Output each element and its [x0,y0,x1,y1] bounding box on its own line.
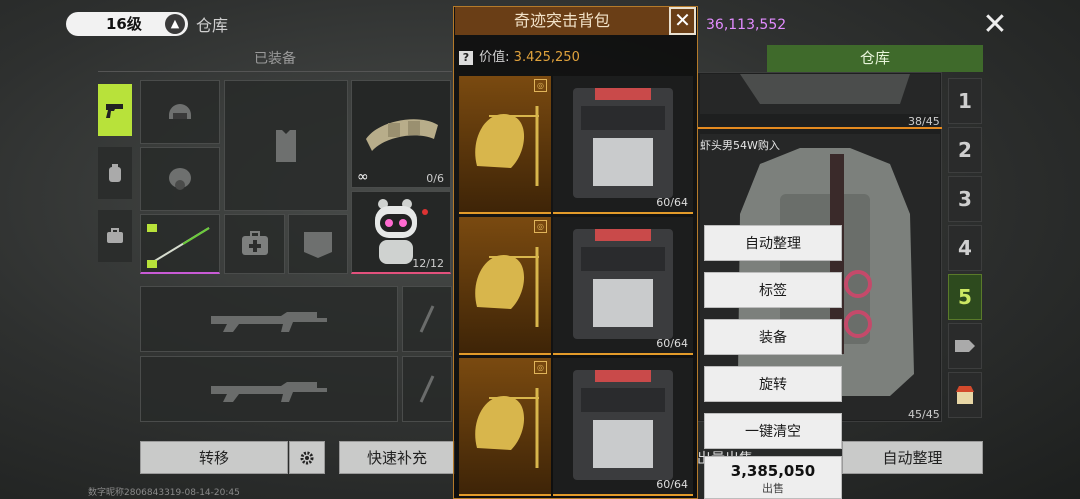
bag-value: ? 价值: 3.425,250 [459,46,580,65]
quick-refill-button[interactable]: 快速补充 [339,441,455,474]
knife-icon [419,305,435,333]
golden-shrimp-icon [475,388,539,468]
page-title: 仓库 [196,16,229,35]
help-icon[interactable]: ? [459,51,473,65]
golden-shrimp-icon [475,106,539,186]
tab-equipped[interactable]: 已装备 [98,46,452,72]
ammo-crate-item[interactable]: 60/64 [553,76,693,214]
shrimp-item[interactable]: ◎ [459,358,551,496]
vest-item-icon [740,74,910,104]
auto-sort-button[interactable]: 自动整理 [842,441,983,474]
shop-tab[interactable] [948,372,982,418]
helmet-slot[interactable] [140,80,220,144]
ammo-crate-item[interactable]: 60/64 [553,217,693,355]
page-tab-1[interactable]: 1 [948,78,982,124]
category-backpack-icon[interactable] [98,147,132,199]
item-tag: 虾头男54W购入 [700,139,780,152]
belt-slot[interactable]: ∞ 0/6 [351,80,451,188]
sword-icon [147,223,210,268]
sell-price: 3,385,050 [730,462,816,480]
page-tab-4[interactable]: 4 [948,225,982,271]
gear-icon [300,451,314,464]
belt-capacity: 0/6 [426,172,444,185]
level-text: 16级 [106,15,142,33]
settings-button[interactable] [289,441,325,474]
transfer-button[interactable]: 转移 [140,441,288,474]
lock-icon: ◎ [534,79,547,92]
pet-capacity: 12/12 [412,257,444,270]
page-tab-5[interactable]: 5 [948,274,982,320]
crate-icon [573,88,673,198]
medkit-slot[interactable] [224,214,285,274]
plate-slot[interactable] [288,214,348,274]
close-icon[interactable]: ✕ [980,10,1010,40]
primary-attachment-slot[interactable] [402,286,452,352]
level-indicator: 16级 ▲ [66,12,188,36]
pistol-icon [106,104,123,118]
crate-icon [573,370,673,480]
sell-label: 出售 [762,482,784,495]
top-item[interactable] [700,74,940,114]
tag-filter-tab[interactable] [948,323,982,369]
crate-icon [573,229,673,339]
rifle-icon [211,382,327,402]
menu-item-rotate[interactable]: 旋转 [704,366,842,402]
infinite-durability: ∞ [357,169,369,185]
shrimp-item[interactable]: ◎ [459,217,551,355]
crate-capacity: 60/64 [656,196,688,209]
crate-capacity: 60/64 [656,478,688,491]
gas-mask-icon [169,168,191,190]
medkit-icon [241,231,268,255]
bag-value-amount: 3.425,250 [513,50,580,65]
menu-item-equip[interactable]: 装备 [704,319,842,355]
secondary-attachment-slot[interactable] [402,356,452,422]
category-weapons-icon[interactable] [98,84,132,136]
page-tab-2[interactable]: 2 [948,127,982,173]
menu-item-clear-all[interactable]: 一键清空 [704,413,842,449]
sell-button[interactable]: 3,385,050 出售 [704,456,842,499]
pet-slot[interactable]: 12/12 [351,191,451,274]
ammo-crate-item[interactable]: 60/64 [553,358,693,496]
shrimp-item[interactable]: ◎ [459,76,551,214]
lock-icon: ◎ [534,361,547,374]
mask-slot[interactable] [140,147,220,211]
armor-slot[interactable] [224,80,348,211]
tag-icon [955,340,975,352]
tactical-belt-icon [366,119,438,151]
divider [697,127,942,129]
tab-warehouse[interactable]: 仓库 [767,45,983,72]
vest-capacity: 45/45 [908,408,940,421]
crate-capacity: 60/64 [656,337,688,350]
currency-balance: 36,113,552 [706,17,787,33]
rifle-icon [211,312,327,332]
secondary-weapon-slot[interactable] [140,356,398,422]
bag-close-button[interactable]: ✕ [669,7,696,35]
menu-item-tag[interactable]: 标签 [704,272,842,308]
melee-slot[interactable] [140,214,220,274]
menu-item-auto-sort[interactable]: 自动整理 [704,225,842,261]
close-icon: ✕ [674,8,691,32]
bag-value-label: 价值: [479,50,510,65]
page-tab-3[interactable]: 3 [948,176,982,222]
bag-modal-title: 奇迹突击背包 [455,7,669,35]
armor-plate-icon [304,232,332,258]
category-case-icon[interactable] [98,210,132,262]
golden-shrimp-icon [475,247,539,327]
case-icon [107,228,123,243]
backpack-icon [109,164,121,182]
primary-weapon-slot[interactable] [140,286,398,352]
knife-icon [419,375,435,403]
armor-vest-icon [276,129,296,162]
helmet-icon [169,104,191,119]
level-up-icon: ▲ [165,14,185,34]
footer-player-id: 数字昵称2806843319-08-14-20:45 [88,488,240,498]
lock-icon: ◎ [534,220,547,233]
store-icon [956,386,974,404]
